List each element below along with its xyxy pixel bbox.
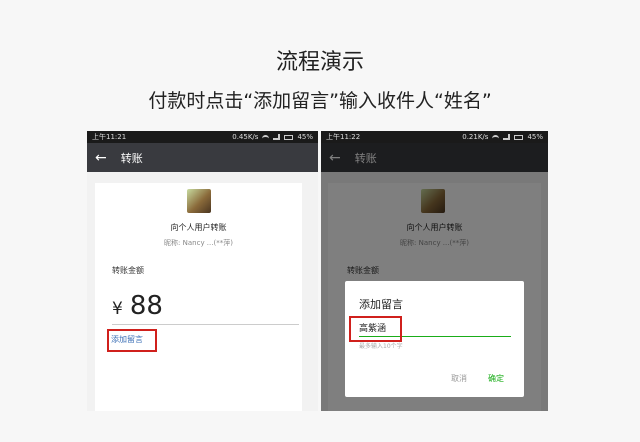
page-subtitle: 付款时点击“添加留言”输入收件人“姓名” <box>148 90 492 112</box>
amount-label: 转账金额 <box>112 266 144 275</box>
amount-underline <box>112 324 299 325</box>
nav-title: 转账 <box>120 151 143 165</box>
status-indicators: 0.45K/s 45% <box>232 133 313 141</box>
recipient-title: 向个人用户转账 <box>170 223 227 232</box>
status-bar: 上午11:22 0.21K/s 45% <box>321 131 548 143</box>
status-bar: 上午11:21 0.45K/s 45% <box>87 131 318 143</box>
amount-value: 88 <box>129 291 163 321</box>
phone-screenshot-transfer: 上午11:21 0.45K/s 45% ← 转账 向个人用户转账 昵称: Nan… <box>87 131 318 411</box>
signal-icon <box>503 134 511 140</box>
wifi-icon <box>262 134 270 140</box>
wifi-icon <box>492 134 500 140</box>
dialog-title: 添加留言 <box>359 298 403 311</box>
signal-icon <box>273 134 281 140</box>
highlight-box-note-input <box>349 316 402 342</box>
battery-level: 45% <box>297 133 313 141</box>
status-indicators: 0.21K/s 45% <box>462 133 543 141</box>
network-speed: 0.21K/s <box>462 133 489 141</box>
confirm-button[interactable]: 确定 <box>488 373 504 384</box>
battery-level: 45% <box>527 133 543 141</box>
back-arrow-icon[interactable]: ← <box>95 151 107 165</box>
recipient-nickname: 昵称: Nancy ...(**萍) <box>164 239 233 247</box>
page-title: 流程演示 <box>275 50 364 75</box>
battery-icon <box>284 134 294 140</box>
nav-bar: ← 转账 <box>87 143 318 172</box>
status-time: 上午11:21 <box>92 133 127 141</box>
amount-field[interactable]: ¥ 88 <box>112 291 163 321</box>
phone-screenshot-add-note: 上午11:22 0.21K/s 45% ← 转账 向个人用户转账 昵称: Nan… <box>321 131 548 411</box>
cancel-button[interactable]: 取消 <box>451 373 467 384</box>
currency-symbol: ¥ <box>112 299 123 319</box>
status-time: 上午11:22 <box>326 133 361 141</box>
network-speed: 0.45K/s <box>232 133 259 141</box>
battery-icon <box>514 134 524 140</box>
highlight-box-add-note <box>107 329 157 352</box>
avatar <box>187 189 211 213</box>
transfer-card: 向个人用户转账 昵称: Nancy ...(**萍) 转账金额 ¥ 88 添加留… <box>95 183 302 411</box>
note-hint: 最多输入10个字 <box>359 343 403 350</box>
